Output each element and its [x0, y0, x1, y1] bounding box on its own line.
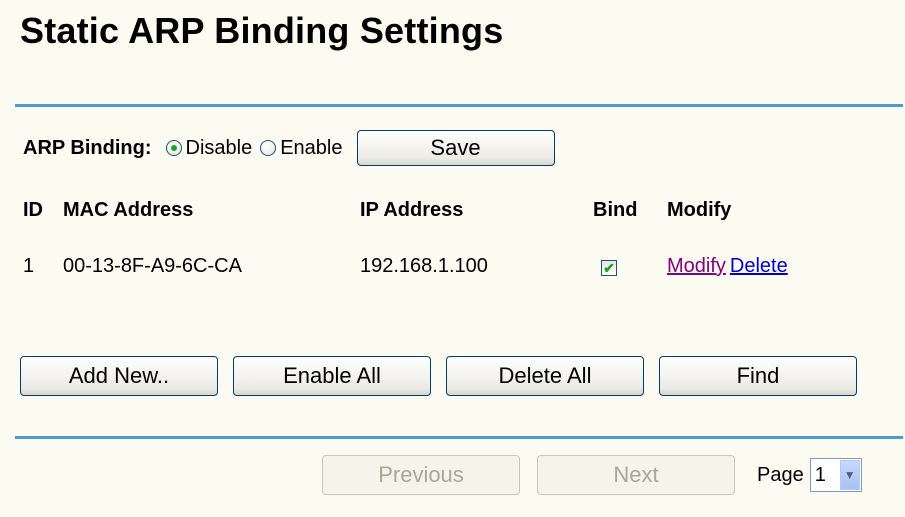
header-mac-address: MAC Address — [63, 199, 194, 221]
disable-radio[interactable] — [165, 140, 182, 156]
arp-binding-row: ARP Binding: Disable Enable Save — [23, 128, 555, 168]
page-select[interactable]: 1 ▼ — [809, 458, 862, 492]
modify-link[interactable]: Modify — [667, 255, 726, 277]
top-divider — [15, 104, 903, 107]
pager: Previous Next Page 1 ▼ — [322, 455, 862, 495]
header-ip-address: IP Address — [360, 199, 464, 221]
row-ip-address: 192.168.1.100 — [360, 255, 488, 277]
action-buttons: Add New.. Enable All Delete All Find — [20, 356, 857, 396]
add-new-button[interactable]: Add New.. — [20, 356, 218, 396]
row-actions: Modify Delete — [667, 255, 788, 278]
delete-link[interactable]: Delete — [730, 255, 788, 277]
previous-button[interactable]: Previous — [322, 455, 520, 495]
row-id: 1 — [23, 255, 35, 277]
next-button[interactable]: Next — [537, 455, 735, 495]
arp-binding-label: ARP Binding: — [23, 136, 152, 159]
find-button[interactable]: Find — [659, 356, 857, 396]
bottom-divider — [15, 436, 903, 439]
chevron-down-icon[interactable]: ▼ — [839, 460, 860, 490]
page-title: Static ARP Binding Settings — [20, 10, 504, 51]
check-icon: ✔ — [603, 260, 615, 276]
row-mac-address: 00-13-8F-A9-6C-CA — [63, 255, 242, 277]
header-modify: Modify — [667, 199, 732, 221]
header-bind: Bind — [593, 199, 638, 221]
enable-all-button[interactable]: Enable All — [233, 356, 431, 396]
disable-radio-option[interactable]: Disable — [165, 136, 253, 160]
page-select-value: 1 — [814, 463, 826, 486]
enable-radio[interactable] — [260, 140, 277, 156]
header-id: ID — [23, 199, 43, 221]
page-label: Page — [757, 463, 804, 486]
bind-checkbox[interactable]: ✔ — [601, 260, 617, 276]
delete-all-button[interactable]: Delete All — [446, 356, 644, 396]
enable-radio-option[interactable]: Enable — [260, 136, 343, 160]
disable-radio-label: Disable — [185, 136, 253, 159]
enable-radio-label: Enable — [280, 136, 343, 159]
save-button[interactable]: Save — [356, 130, 555, 166]
